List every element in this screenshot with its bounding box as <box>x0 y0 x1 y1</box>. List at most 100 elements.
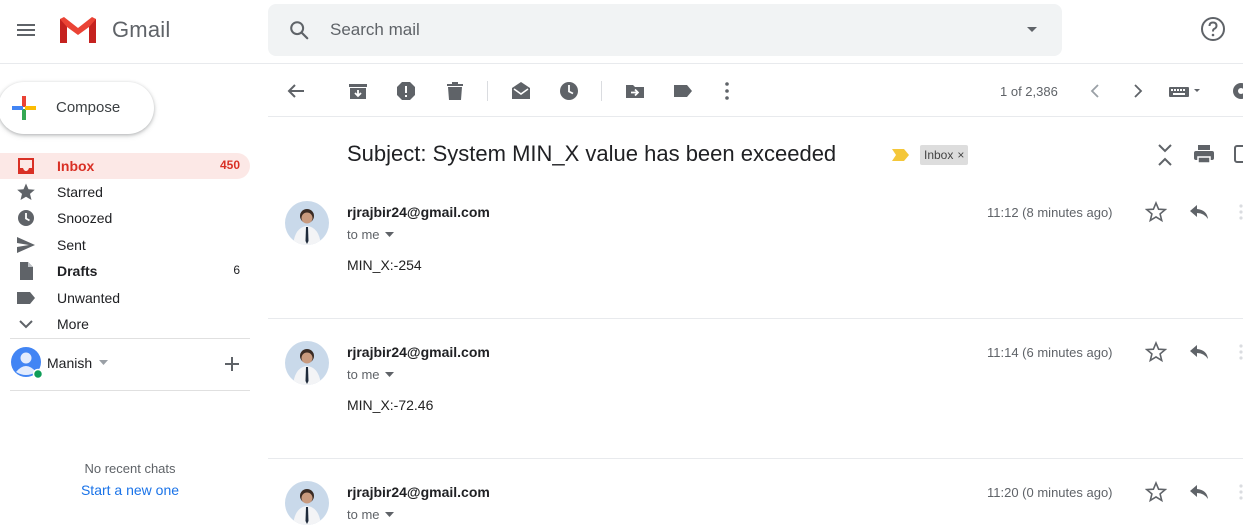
sidebar-item-starred[interactable]: Starred <box>0 179 250 205</box>
snooze-icon[interactable] <box>558 80 580 102</box>
sender-email[interactable]: rjrajbir24@gmail.com <box>347 344 490 360</box>
sender-avatar[interactable] <box>285 341 329 385</box>
open-in-new-window-icon[interactable] <box>1233 143 1243 165</box>
divider <box>10 390 250 391</box>
older-icon[interactable] <box>1127 80 1149 102</box>
reply-icon[interactable] <box>1188 202 1210 222</box>
show-details-icon <box>384 512 394 517</box>
sidebar-item-label: Unwanted <box>57 290 121 306</box>
divider <box>268 458 1243 459</box>
gmail-logo-link[interactable]: Gmail <box>58 14 170 46</box>
sender-avatar[interactable] <box>285 481 329 525</box>
recipient-details-toggle[interactable]: to me <box>347 227 394 242</box>
sender-email[interactable]: rjrajbir24@gmail.com <box>347 484 490 500</box>
unread-count: 450 <box>219 158 240 172</box>
message-time: 11:20 (0 minutes ago) <box>987 485 1113 500</box>
mark-unread-icon[interactable] <box>510 80 532 102</box>
help-icon <box>1201 17 1225 41</box>
show-details-icon <box>384 372 394 377</box>
message-body: MIN_X:-72.46 <box>347 397 434 413</box>
sidebar-item-snoozed[interactable]: Snoozed <box>0 205 250 231</box>
sender-photo-icon <box>285 341 329 385</box>
newer-icon[interactable] <box>1084 80 1106 102</box>
divider <box>487 81 488 101</box>
delete-icon[interactable] <box>444 80 466 102</box>
sidebar-item-more[interactable]: More <box>0 311 250 337</box>
hangouts-user-row: Manish <box>10 346 250 382</box>
sidebar-item-label: Sent <box>57 237 86 253</box>
sender-photo-icon <box>285 481 329 525</box>
labels-icon[interactable] <box>672 80 694 102</box>
more-vert-icon[interactable] <box>1238 483 1243 501</box>
sidebar-item-label: Drafts <box>57 263 98 279</box>
archive-icon[interactable] <box>347 80 369 102</box>
more-vert-icon[interactable] <box>1238 343 1243 361</box>
recipient-label: to me <box>347 367 380 382</box>
back-icon[interactable] <box>285 80 307 102</box>
message-2[interactable]: rjrajbir24@gmail.com to me 11:14 (6 minu… <box>268 340 1243 480</box>
pagination-label: 1 of 2,386 <box>1000 84 1058 99</box>
sender-avatar[interactable] <box>285 201 329 245</box>
start-new-chat-link[interactable]: Start a new one <box>10 482 250 498</box>
compose-label: Compose <box>56 99 121 116</box>
label-name: Inbox <box>924 148 954 162</box>
star-icon[interactable] <box>1145 481 1167 503</box>
message-1[interactable]: rjrajbir24@gmail.com to me 11:12 (8 minu… <box>268 200 1243 340</box>
recipient-details-toggle[interactable]: to me <box>347 367 394 382</box>
report-spam-icon[interactable] <box>395 80 417 102</box>
user-name[interactable]: Manish <box>47 355 92 371</box>
send-icon <box>17 237 35 253</box>
search-icon[interactable] <box>288 19 310 41</box>
sender-email[interactable]: rjrajbir24@gmail.com <box>347 204 490 220</box>
remove-label-button[interactable]: × <box>957 148 964 162</box>
settings-icon[interactable] <box>1230 80 1243 102</box>
inbox-icon <box>18 158 34 174</box>
search-input[interactable] <box>330 17 1010 43</box>
divider <box>10 338 250 339</box>
sidebar-item-label: Inbox <box>57 158 95 174</box>
important-marker-icon[interactable] <box>892 148 910 162</box>
main-menu-button[interactable] <box>14 18 38 42</box>
draft-count: 6 <box>233 263 240 277</box>
input-tools-icon[interactable] <box>1167 80 1203 102</box>
sidebar-item-label: Snoozed <box>57 210 113 226</box>
top-header: Gmail <box>0 0 1243 64</box>
user-status-dropdown-icon[interactable] <box>99 360 108 365</box>
recipient-details-toggle[interactable]: to me <box>347 507 394 522</box>
compose-button[interactable]: Compose <box>0 82 154 134</box>
recipient-label: to me <box>347 507 380 522</box>
sidebar-item-sent[interactable]: Sent <box>0 232 250 258</box>
expand-all-icon[interactable] <box>1154 143 1176 167</box>
recipient-label: to me <box>347 227 380 242</box>
print-icon[interactable] <box>1193 143 1215 165</box>
message-time: 11:14 (6 minutes ago) <box>987 345 1113 360</box>
gmail-logo-icon <box>60 17 96 43</box>
menu-icon <box>17 24 35 36</box>
label-icon <box>17 292 35 304</box>
app-name: Gmail <box>112 17 171 42</box>
more-vert-icon[interactable] <box>1238 203 1243 221</box>
clock-icon <box>18 210 34 226</box>
message-3[interactable]: rjrajbir24@gmail.com to me 11:20 (0 minu… <box>268 480 1243 527</box>
star-icon <box>17 183 35 200</box>
sidebar-item-unwanted[interactable]: Unwanted <box>0 285 250 311</box>
reply-icon[interactable] <box>1188 342 1210 362</box>
reply-icon[interactable] <box>1188 482 1210 502</box>
no-chats-text: No recent chats <box>84 461 176 476</box>
message-body: MIN_X:-254 <box>347 257 422 273</box>
user-avatar-icon[interactable] <box>10 346 42 378</box>
divider <box>268 318 1243 319</box>
star-icon[interactable] <box>1145 341 1167 363</box>
star-icon[interactable] <box>1145 201 1167 223</box>
sender-photo-icon <box>285 201 329 245</box>
more-vert-icon[interactable] <box>716 80 738 102</box>
draft-icon <box>20 262 33 280</box>
divider <box>601 81 602 101</box>
help-button[interactable] <box>1200 16 1226 42</box>
sidebar-item-label: More <box>57 316 89 332</box>
search-options-icon[interactable] <box>1026 26 1038 34</box>
sidebar-item-inbox[interactable]: Inbox 450 <box>0 153 250 179</box>
sidebar-item-drafts[interactable]: Drafts 6 <box>0 258 250 284</box>
new-chat-plus-icon[interactable] <box>223 355 241 373</box>
move-to-icon[interactable] <box>624 80 646 102</box>
